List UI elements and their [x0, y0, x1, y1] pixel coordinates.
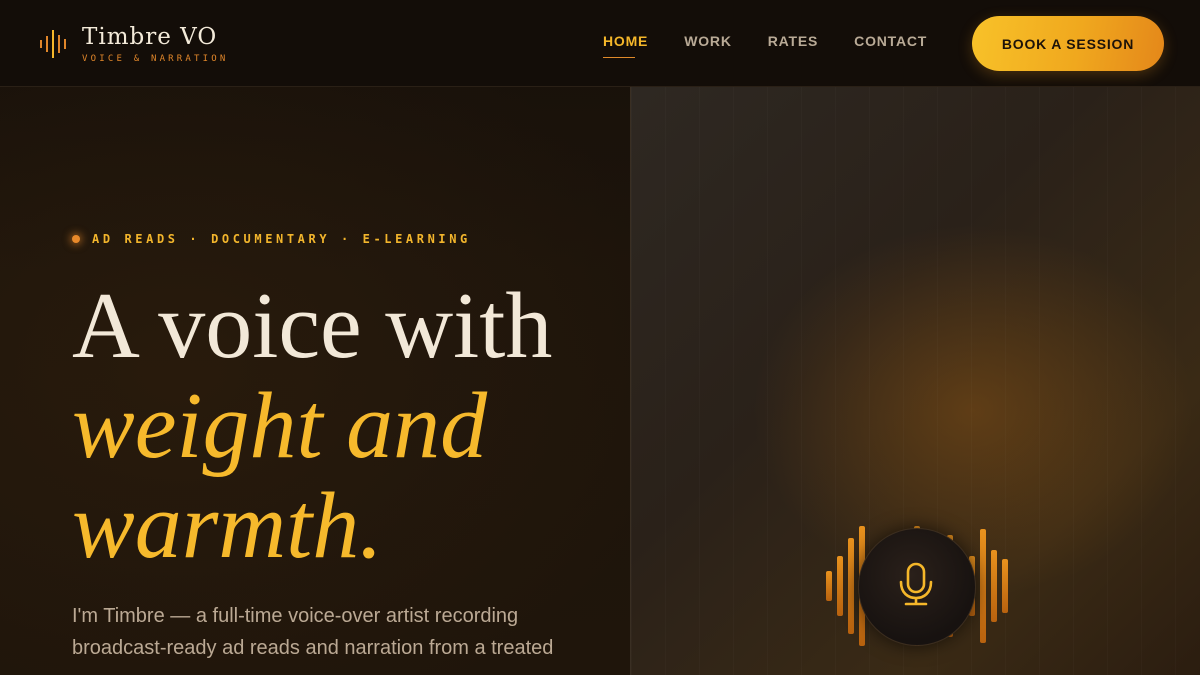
nav-home-label: HOME: [603, 33, 649, 49]
logo[interactable]: Timbre VO VOICE & NARRATION: [38, 24, 229, 64]
hero-eyebrow: AD READS · DOCUMENTARY · E-LEARNING: [72, 232, 471, 246]
waveform-bar: [1002, 559, 1008, 613]
play-demo-button[interactable]: [858, 528, 976, 646]
waveform-bar: [991, 550, 997, 622]
glow-dot-icon: [72, 235, 80, 243]
hero-headline: A voice with weight and warmth.: [72, 276, 552, 576]
nav-work[interactable]: WORK: [684, 33, 732, 49]
hero-media-panel: [630, 87, 1200, 675]
waveform-logo-icon: [38, 28, 68, 68]
brand-name: Timbre VO: [82, 24, 218, 50]
site-header: Timbre VO VOICE & NARRATION HOME WORK RA…: [0, 0, 1200, 87]
nav-contact-label: CONTACT: [854, 33, 928, 49]
nav-contact[interactable]: CONTACT: [854, 33, 927, 49]
microphone-icon: [897, 562, 937, 613]
book-session-button[interactable]: BOOK A SESSION: [972, 16, 1164, 71]
headline-line-2: weight and: [72, 374, 488, 478]
nav-rates[interactable]: RATES: [768, 33, 818, 49]
main-nav: HOME WORK RATES CONTACT: [603, 33, 963, 58]
headline-line-1: A voice with: [72, 274, 553, 378]
eyebrow-text: AD READS · DOCUMENTARY · E-LEARNING: [92, 232, 471, 246]
nav-rates-label: RATES: [767, 33, 819, 49]
waveform-bar: [837, 556, 843, 616]
nav-home[interactable]: HOME: [603, 33, 649, 58]
nav-work-label: WORK: [684, 33, 732, 49]
active-underline: [603, 57, 635, 58]
headline-line-3: warmth.: [72, 474, 383, 578]
waveform-bar: [980, 529, 986, 643]
waveform-bar: [826, 571, 832, 601]
hero-subcopy: I'm Timbre — a full-time voice-over arti…: [72, 605, 554, 659]
waveform-bar: [848, 538, 854, 634]
brand-tagline: VOICE & NARRATION: [82, 54, 229, 64]
